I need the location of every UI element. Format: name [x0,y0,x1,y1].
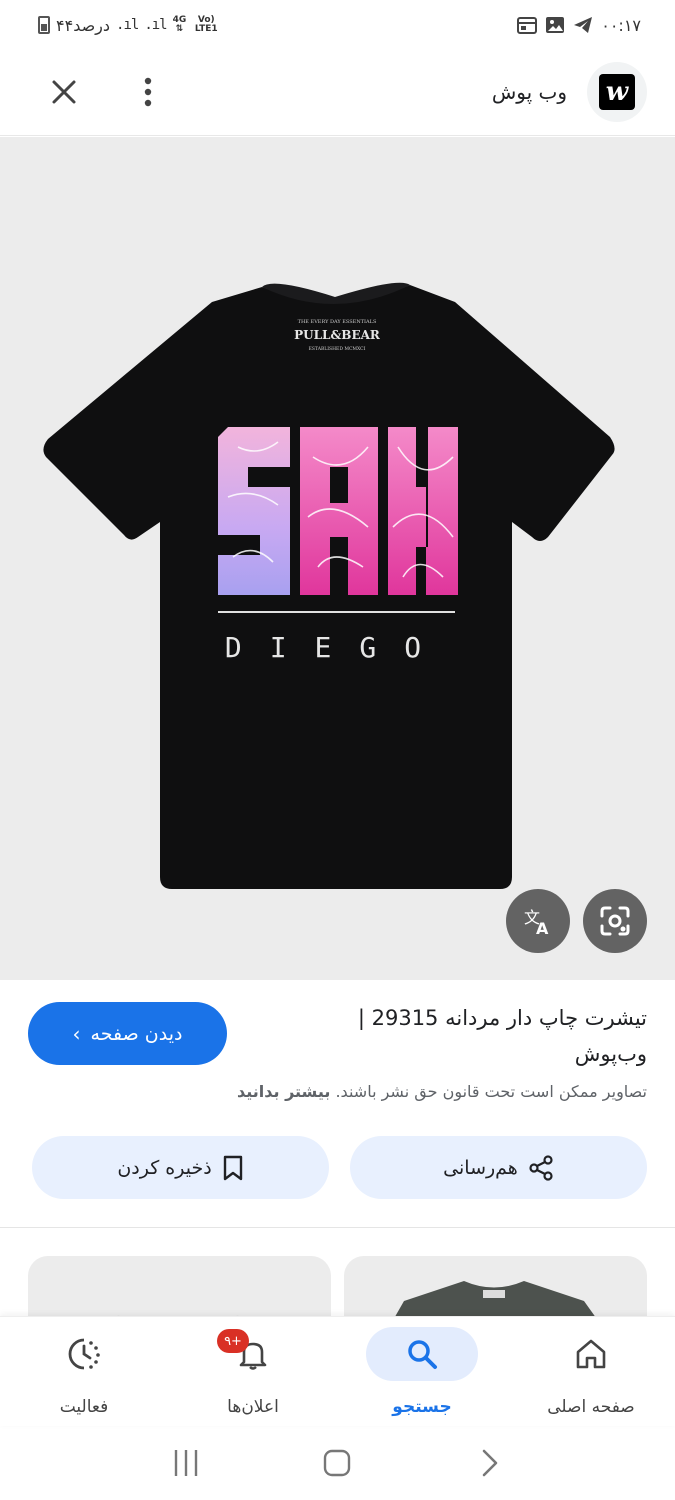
learn-more-link[interactable]: بیشتر بدانید [237,1082,330,1101]
share-button[interactable]: هم‌رسانی [350,1136,647,1199]
home-square-icon [324,1449,351,1477]
search-icon [408,1340,437,1369]
chevron-right-icon [482,1449,498,1477]
print-diego: DIEGO [225,631,449,664]
site-name[interactable]: وب پوش [492,80,567,104]
save-label: ذخیره کردن [117,1156,212,1179]
network-type: 4G ⇅ [172,15,187,34]
nav-home[interactable]: صفحه اصلی [507,1317,675,1427]
signal-icon: .ıl [116,17,139,33]
translate-icon: 文A [524,908,549,937]
copyright-text: تصاویر ممکن است تحت قانون حق نشر باشند. [335,1082,647,1101]
translate-button[interactable]: 文A [506,889,570,953]
header: وب پوش w [0,50,675,136]
gallery-icon [546,17,565,33]
close-icon [52,80,76,104]
nav-search-label: جستجو [392,1397,452,1417]
status-bar: ۴۴درصد .ıl .ıl 4G ⇅ Vo) LTE1 ۰۰:۱۷ [0,0,675,50]
nav-home-label: صفحه اصلی [547,1397,635,1417]
label-small: THE EVERY DAY ESSENTIALS [298,319,377,325]
copyright-notice: تصاویر ممکن است تحت قانون حق نشر باشند. … [237,1082,647,1101]
image-title[interactable]: تیشرت چاپ دار مردانه 29315 | وب‌پوش [287,1000,647,1072]
calendar-icon [517,17,538,34]
chevron-left-icon: ‹ [72,1021,81,1046]
label-brand: PULL&BEAR [294,328,381,342]
home-icon [576,1339,606,1369]
bookmark-icon [223,1155,242,1180]
more-vert-icon [144,77,152,107]
battery-icon [38,16,50,34]
nav-notifications-label: اعلان‌ها [227,1397,279,1417]
view-page-button[interactable]: ‹ دیدن صفحه [28,1002,227,1065]
battery-text: ۴۴درصد [56,15,111,35]
recent-apps-icon [174,1450,198,1476]
view-page-label: دیدن صفحه [90,1022,183,1045]
signal-icon-2: .ıl [144,17,167,33]
svg-text:A: A [536,919,549,937]
system-navigation [0,1426,675,1500]
status-right: ۰۰:۱۷ [517,16,641,35]
activity-icon [68,1338,100,1370]
share-icon [529,1154,553,1181]
bottom-navigation: صفحه اصلی جستجو ۹+ اعلان‌ها فعالیت [0,1316,675,1426]
site-logo-mark: w [599,74,635,110]
volte-label: Vo) LTE1 [194,15,218,34]
recent-apps-button[interactable] [166,1443,206,1483]
label-sub: ESTABLISHED MCMXCI [309,346,366,352]
tshirt-illustration: THE EVERY DAY ESSENTIALS PULL&BEAR ESTAB… [43,282,615,889]
nav-search[interactable]: جستجو [338,1317,506,1427]
site-logo[interactable]: w [587,62,647,122]
lens-button[interactable] [583,889,647,953]
image-info: تیشرت چاپ دار مردانه 29315 | وب‌پوش ‹ دی… [0,980,675,1228]
home-button[interactable] [317,1443,357,1483]
save-button[interactable]: ذخیره کردن [32,1136,329,1199]
close-button[interactable] [44,72,84,112]
nav-notifications[interactable]: ۹+ اعلان‌ها [169,1317,337,1427]
lens-icon [600,906,630,936]
product-image[interactable]: THE EVERY DAY ESSENTIALS PULL&BEAR ESTAB… [0,137,675,980]
back-button[interactable] [469,1443,509,1483]
share-label: هم‌رسانی [443,1156,518,1179]
status-left: ۴۴درصد .ıl .ıl 4G ⇅ Vo) LTE1 [38,16,220,35]
notification-badge: ۹+ [217,1329,249,1353]
telegram-icon [574,17,593,33]
nav-activity-label: فعالیت [59,1397,109,1417]
nav-activity[interactable]: فعالیت [0,1317,168,1427]
more-options-button[interactable] [128,72,168,112]
clock: ۰۰:۱۷ [601,15,641,35]
